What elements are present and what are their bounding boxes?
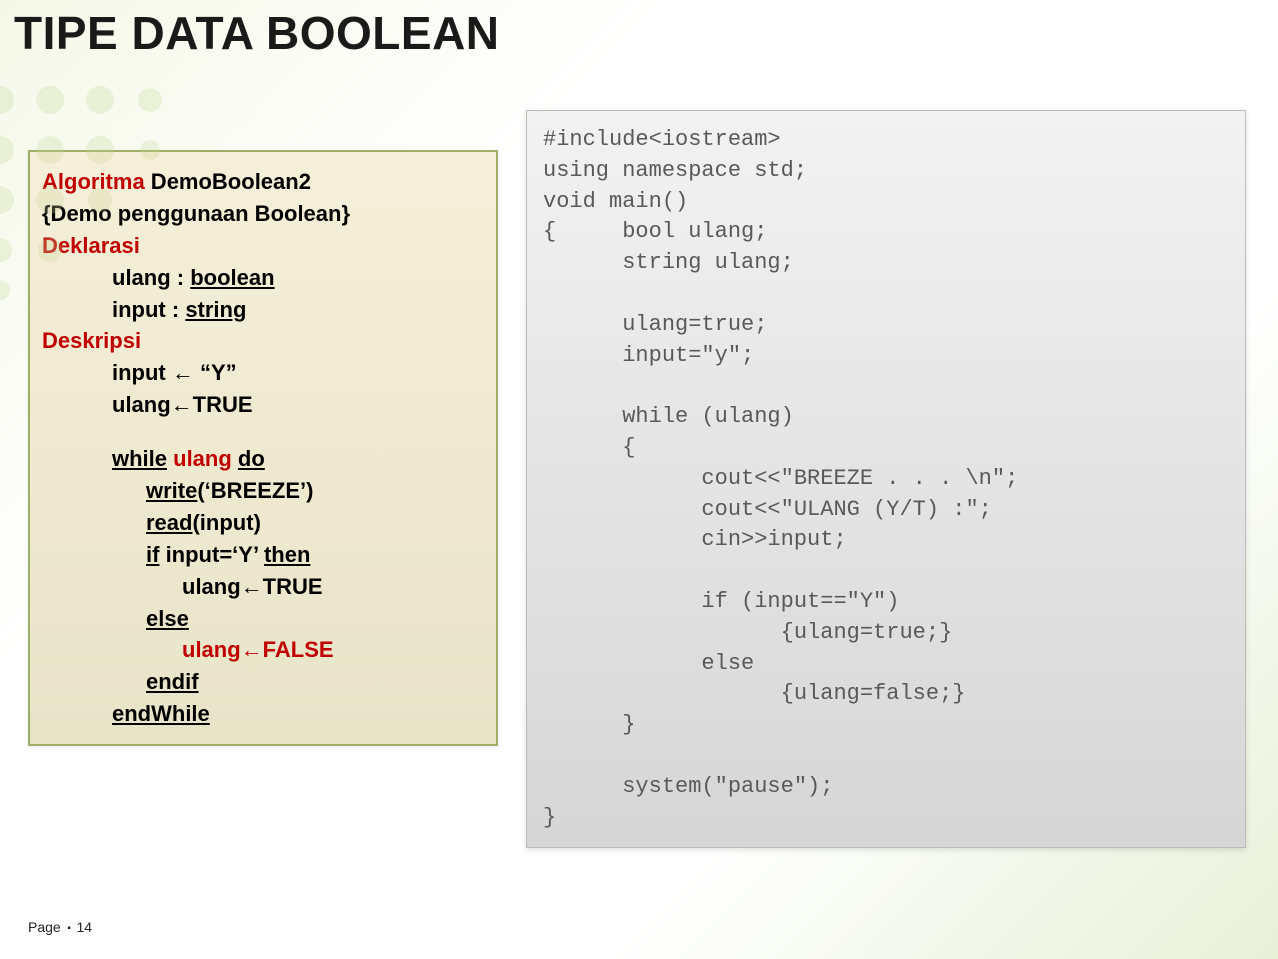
algo-text: input : (112, 297, 185, 322)
algo-keyword: write (146, 478, 197, 503)
algo-text: DemoBoolean2 (145, 169, 311, 194)
algo-type: boolean (190, 265, 274, 290)
algo-text: ulang : (112, 265, 190, 290)
algo-type: string (185, 297, 246, 322)
algo-keyword: then (264, 542, 310, 567)
code-box: #include<iostream> using namespace std; … (526, 110, 1246, 848)
algo-keyword: endWhile (42, 698, 484, 730)
slide-title: TIPE DATA BOOLEAN (0, 0, 1278, 60)
algo-keyword: Algoritma (42, 169, 145, 194)
algo-keyword: do (238, 446, 265, 471)
algo-text: ulang←TRUE (42, 389, 484, 421)
footer-page-number: 14 (76, 919, 92, 935)
algo-text: ulang←TRUE (42, 571, 484, 603)
algorithm-box: Algoritma DemoBoolean2 {Demo penggunaan … (28, 150, 498, 746)
content-area: Algoritma DemoBoolean2 {Demo penggunaan … (0, 60, 1278, 848)
algo-text: (‘BREEZE’) (197, 478, 313, 503)
algo-var: ulang (167, 446, 238, 471)
page-footer: Page ▪ 14 (28, 919, 92, 935)
algo-text: (input) (192, 510, 260, 535)
algo-keyword: read (146, 510, 192, 535)
algo-text: {Demo penggunaan Boolean} (42, 198, 484, 230)
algo-keyword: if (146, 542, 159, 567)
algo-keyword: else (42, 603, 484, 635)
algo-keyword: Deskripsi (42, 325, 484, 357)
footer-page-label: Page (28, 919, 61, 935)
algo-text: input=‘Y’ (159, 542, 264, 567)
algo-text: input ← “Y” (42, 357, 484, 389)
algo-keyword: Deklarasi (42, 230, 484, 262)
bullet-icon: ▪ (65, 923, 77, 934)
algo-var: ulang←FALSE (182, 637, 334, 662)
algo-keyword: endif (42, 666, 484, 698)
algo-keyword: while (112, 446, 167, 471)
